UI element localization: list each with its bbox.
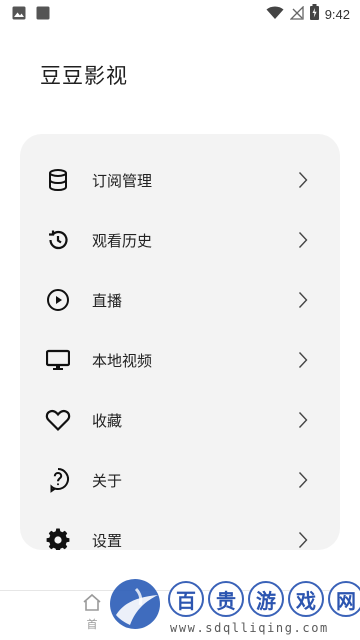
image-notification-icon: [12, 5, 26, 24]
menu-item-label: 收藏: [92, 411, 123, 430]
menu-item-settings[interactable]: 设置: [20, 510, 340, 550]
watermark: 百 贵 游 戏 网 www.sdqlliqing.com: [100, 573, 360, 640]
menu-item-history[interactable]: 观看历史: [20, 210, 340, 270]
battery-icon: [309, 4, 319, 24]
gear-icon: [44, 526, 72, 550]
wifi-icon: [266, 5, 284, 24]
square-notification-icon: [36, 5, 50, 24]
database-icon: [44, 166, 72, 194]
menu-item-label: 订阅管理: [92, 171, 153, 190]
menu-item-label: 直播: [92, 291, 123, 310]
chevron-right-icon: [296, 170, 310, 190]
chevron-right-icon: [296, 230, 310, 250]
app-title: 豆豆影视: [40, 64, 128, 88]
status-system: 9:42: [266, 4, 350, 24]
status-bar: 9:42: [0, 0, 360, 24]
watermark-char: 网: [328, 581, 360, 617]
watermark-url: www.sdqlliqing.com: [170, 621, 329, 635]
help-circle-icon: [44, 466, 72, 494]
play-circle-icon: [44, 286, 72, 314]
menu-item-label: 观看历史: [92, 231, 153, 250]
chevron-right-icon: [296, 290, 310, 310]
menu-item-subscriptions[interactable]: 订阅管理: [20, 150, 340, 210]
chevron-right-icon: [296, 530, 310, 550]
chevron-right-icon: [296, 350, 310, 370]
watermark-char: 贵: [208, 581, 244, 617]
menu-item-local-videos[interactable]: 本地视频: [20, 330, 340, 390]
watermark-char: 戏: [288, 581, 324, 617]
home-icon: [82, 593, 102, 615]
chevron-right-icon: [296, 410, 310, 430]
menu-item-live[interactable]: 直播: [20, 270, 340, 330]
watermark-char: 游: [248, 581, 284, 617]
signal-icon: [289, 4, 304, 24]
watermark-logo-icon: [106, 575, 164, 633]
menu-item-label: 设置: [92, 531, 123, 550]
menu-item-favorites[interactable]: 收藏: [20, 390, 340, 450]
menu-item-about[interactable]: 关于: [20, 450, 340, 510]
menu-item-label: 本地视频: [92, 351, 153, 370]
watermark-char: 百: [168, 581, 204, 617]
status-time: 9:42: [324, 6, 350, 22]
watermark-chars: 百 贵 游 戏 网: [168, 581, 360, 617]
menu-card: 订阅管理 观看历史 直播 本地视频 收藏 关于 设置: [20, 134, 340, 550]
menu-item-label: 关于: [92, 471, 123, 490]
nav-home-label: 首: [86, 618, 98, 631]
chevron-right-icon: [296, 470, 310, 490]
monitor-icon: [44, 346, 72, 374]
heart-icon: [44, 406, 72, 434]
history-icon: [44, 226, 72, 254]
status-notifications: [12, 5, 50, 24]
